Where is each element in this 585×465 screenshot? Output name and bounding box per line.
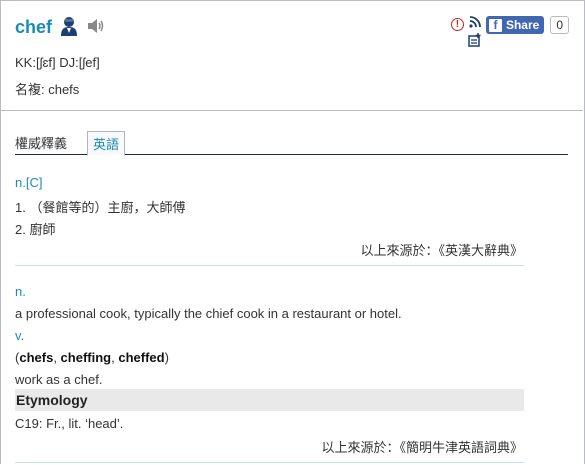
part-of-speech-verb: v. (15, 328, 25, 343)
entry-header: chef KK:[ʃɛf] DJ:[ʃef] 名複: chefs ! f Sha… (0, 0, 583, 111)
part-of-speech-noun: n. (15, 284, 26, 299)
part-of-speech: n.[C] (15, 175, 43, 190)
verb-definition: work as a chef. (15, 372, 103, 387)
verb-form: chefs (19, 350, 54, 365)
facebook-icon: f (488, 18, 502, 32)
noun-definition: a professional cook, typically the chief… (15, 306, 402, 321)
verb-forms: (chefs, cheffing, cheffed) (15, 350, 169, 365)
user-icon[interactable] (60, 16, 78, 39)
report-icon[interactable]: ! (450, 18, 464, 31)
add-to-list-icon[interactable] (468, 33, 482, 50)
headword: chef (15, 17, 53, 37)
sense: 1. （餐館等的）主廚，大師傅 (15, 200, 186, 215)
verb-form: cheffing (60, 350, 112, 365)
section-label: 權威釋義 (15, 136, 68, 151)
entry-tools: ! f Share 0 (450, 16, 569, 50)
headword-row: chef (15, 16, 106, 39)
plural-form: 名複: chefs (15, 82, 80, 97)
source-attribution: 以上來源於：《簡明牛津英語詞典》 (321, 440, 523, 455)
pronunciation: KK:[ʃɛf] DJ:[ʃef] (15, 55, 100, 70)
sense: 2. 廚師 (15, 222, 56, 237)
facebook-share-button[interactable]: f Share (485, 16, 545, 34)
share-count: 0 (550, 16, 569, 34)
tab-bar: 權威釋義 英語 (15, 130, 568, 156)
divider (15, 265, 524, 266)
source-attribution: 以上來源於：《英漢大辭典》 (360, 243, 523, 258)
verb-form: cheffed (118, 350, 165, 365)
rss-icon[interactable] (469, 16, 481, 31)
feed-tools (468, 16, 482, 50)
divider (15, 462, 524, 463)
etymology-text: C19: Fr., lit. ‘head’. (15, 416, 124, 431)
speaker-icon[interactable] (86, 18, 106, 37)
etymology-heading: Etymology (15, 389, 524, 411)
tab-english[interactable]: 英語 (87, 131, 126, 156)
share-label: Share (505, 18, 540, 32)
